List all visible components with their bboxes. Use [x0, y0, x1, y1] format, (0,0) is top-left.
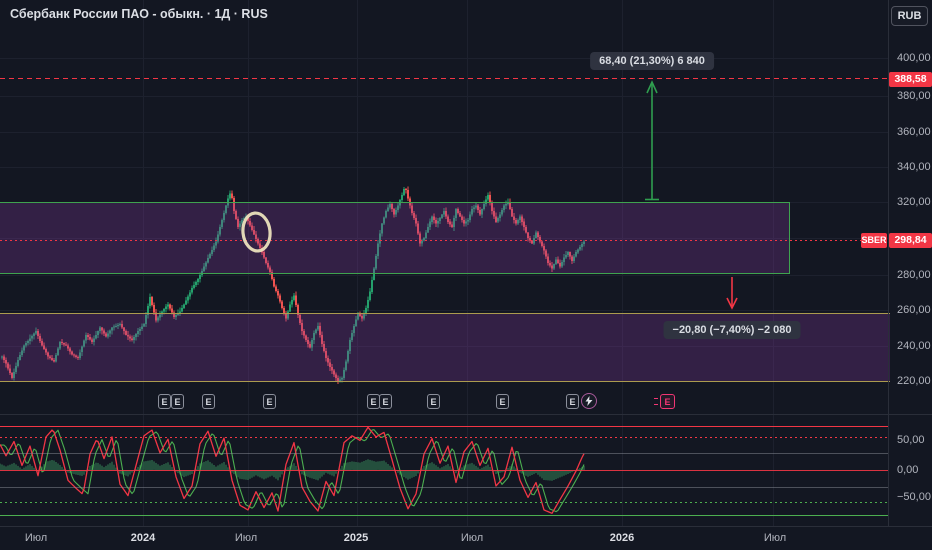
pane-divider[interactable]	[0, 414, 932, 415]
earnings-badge[interactable]: E	[379, 394, 392, 409]
price-axis-tick-label: 340,00	[897, 161, 931, 173]
time-axis[interactable]: Июл 2024 Июл 2025 Июл 2026 Июл	[0, 526, 932, 550]
oscillator-band-line	[0, 487, 888, 488]
oscillator-band-line	[0, 437, 888, 438]
oscillator-band-line	[0, 515, 888, 516]
horizontal-gridline	[0, 132, 888, 133]
oscillator-band-line	[0, 470, 888, 471]
time-axis-tick-label: 2026	[610, 532, 634, 544]
price-axis-tick-label: 50,00	[897, 434, 925, 446]
time-axis-tick-label: 2024	[131, 532, 155, 544]
time-axis-tick-label: Июл	[235, 532, 257, 544]
price-axis-tick-label: 240,00	[897, 340, 931, 352]
trading-chart-window: 68,40 (21,30%) 6 840 −20,80 (−7,40%) −2 …	[0, 0, 932, 550]
price-axis-tick-label: 260,00	[897, 304, 931, 316]
price-axis-tick-label: 220,00	[897, 375, 931, 387]
symbol-title[interactable]: Сбербанк России ПАО - обыкн. · 1Д · RUS	[10, 7, 268, 21]
time-axis-tick-label: 2025	[344, 532, 368, 544]
time-axis-tick-label: Июл	[25, 532, 47, 544]
price-axis-tick-label: 0,00	[897, 464, 918, 476]
oscillator-band-line	[0, 426, 888, 427]
price-axis-tick-label: 380,00	[897, 90, 931, 102]
stop-arrow-down[interactable]	[727, 277, 737, 308]
oscillator-band-line	[0, 502, 888, 503]
earnings-badge[interactable]: E	[171, 394, 184, 409]
future-earnings-lines-icon	[654, 398, 658, 405]
last-price-badge: 298,84	[889, 233, 932, 248]
price-zone-upper[interactable]	[0, 202, 790, 274]
measured-move-up-label[interactable]: 68,40 (21,30%) 6 840	[590, 52, 714, 70]
horizontal-gridline	[0, 167, 888, 168]
time-axis-tick-label: Июл	[764, 532, 786, 544]
price-axis-tick-label: 280,00	[897, 269, 931, 281]
ticker-badge: SBER	[861, 233, 887, 248]
horizontal-gridline	[0, 310, 888, 311]
earnings-badge[interactable]: E	[566, 394, 579, 409]
target-arrow-up[interactable]	[645, 82, 659, 200]
target-price-badge: 388,58	[889, 72, 932, 87]
earnings-badge[interactable]: E	[427, 394, 440, 409]
price-axis-tick-label: 320,00	[897, 196, 931, 208]
measured-move-down-label[interactable]: −20,80 (−7,40%) −2 080	[664, 321, 801, 339]
flash-event-icon[interactable]	[581, 393, 597, 409]
earnings-badge[interactable]: E	[202, 394, 215, 409]
horizontal-gridline	[0, 275, 888, 276]
earnings-badge[interactable]: E	[496, 394, 509, 409]
current-price-dotted-line	[0, 240, 888, 241]
earnings-badge[interactable]: E	[263, 394, 276, 409]
earnings-badge[interactable]: E	[158, 394, 171, 409]
horizontal-gridline	[0, 96, 888, 97]
currency-button[interactable]: RUB	[891, 6, 928, 26]
price-axis-tick-label: −50,00	[897, 491, 931, 503]
price-axis-tick-label: 360,00	[897, 126, 931, 138]
target-price-dashed-line[interactable]	[0, 78, 888, 79]
price-axis-tick-label: 400,00	[897, 52, 931, 64]
time-axis-tick-label: Июл	[461, 532, 483, 544]
oscillator-band-line	[0, 453, 888, 454]
horizontal-gridline	[0, 58, 888, 59]
future-earnings-badge[interactable]: E	[660, 394, 675, 409]
